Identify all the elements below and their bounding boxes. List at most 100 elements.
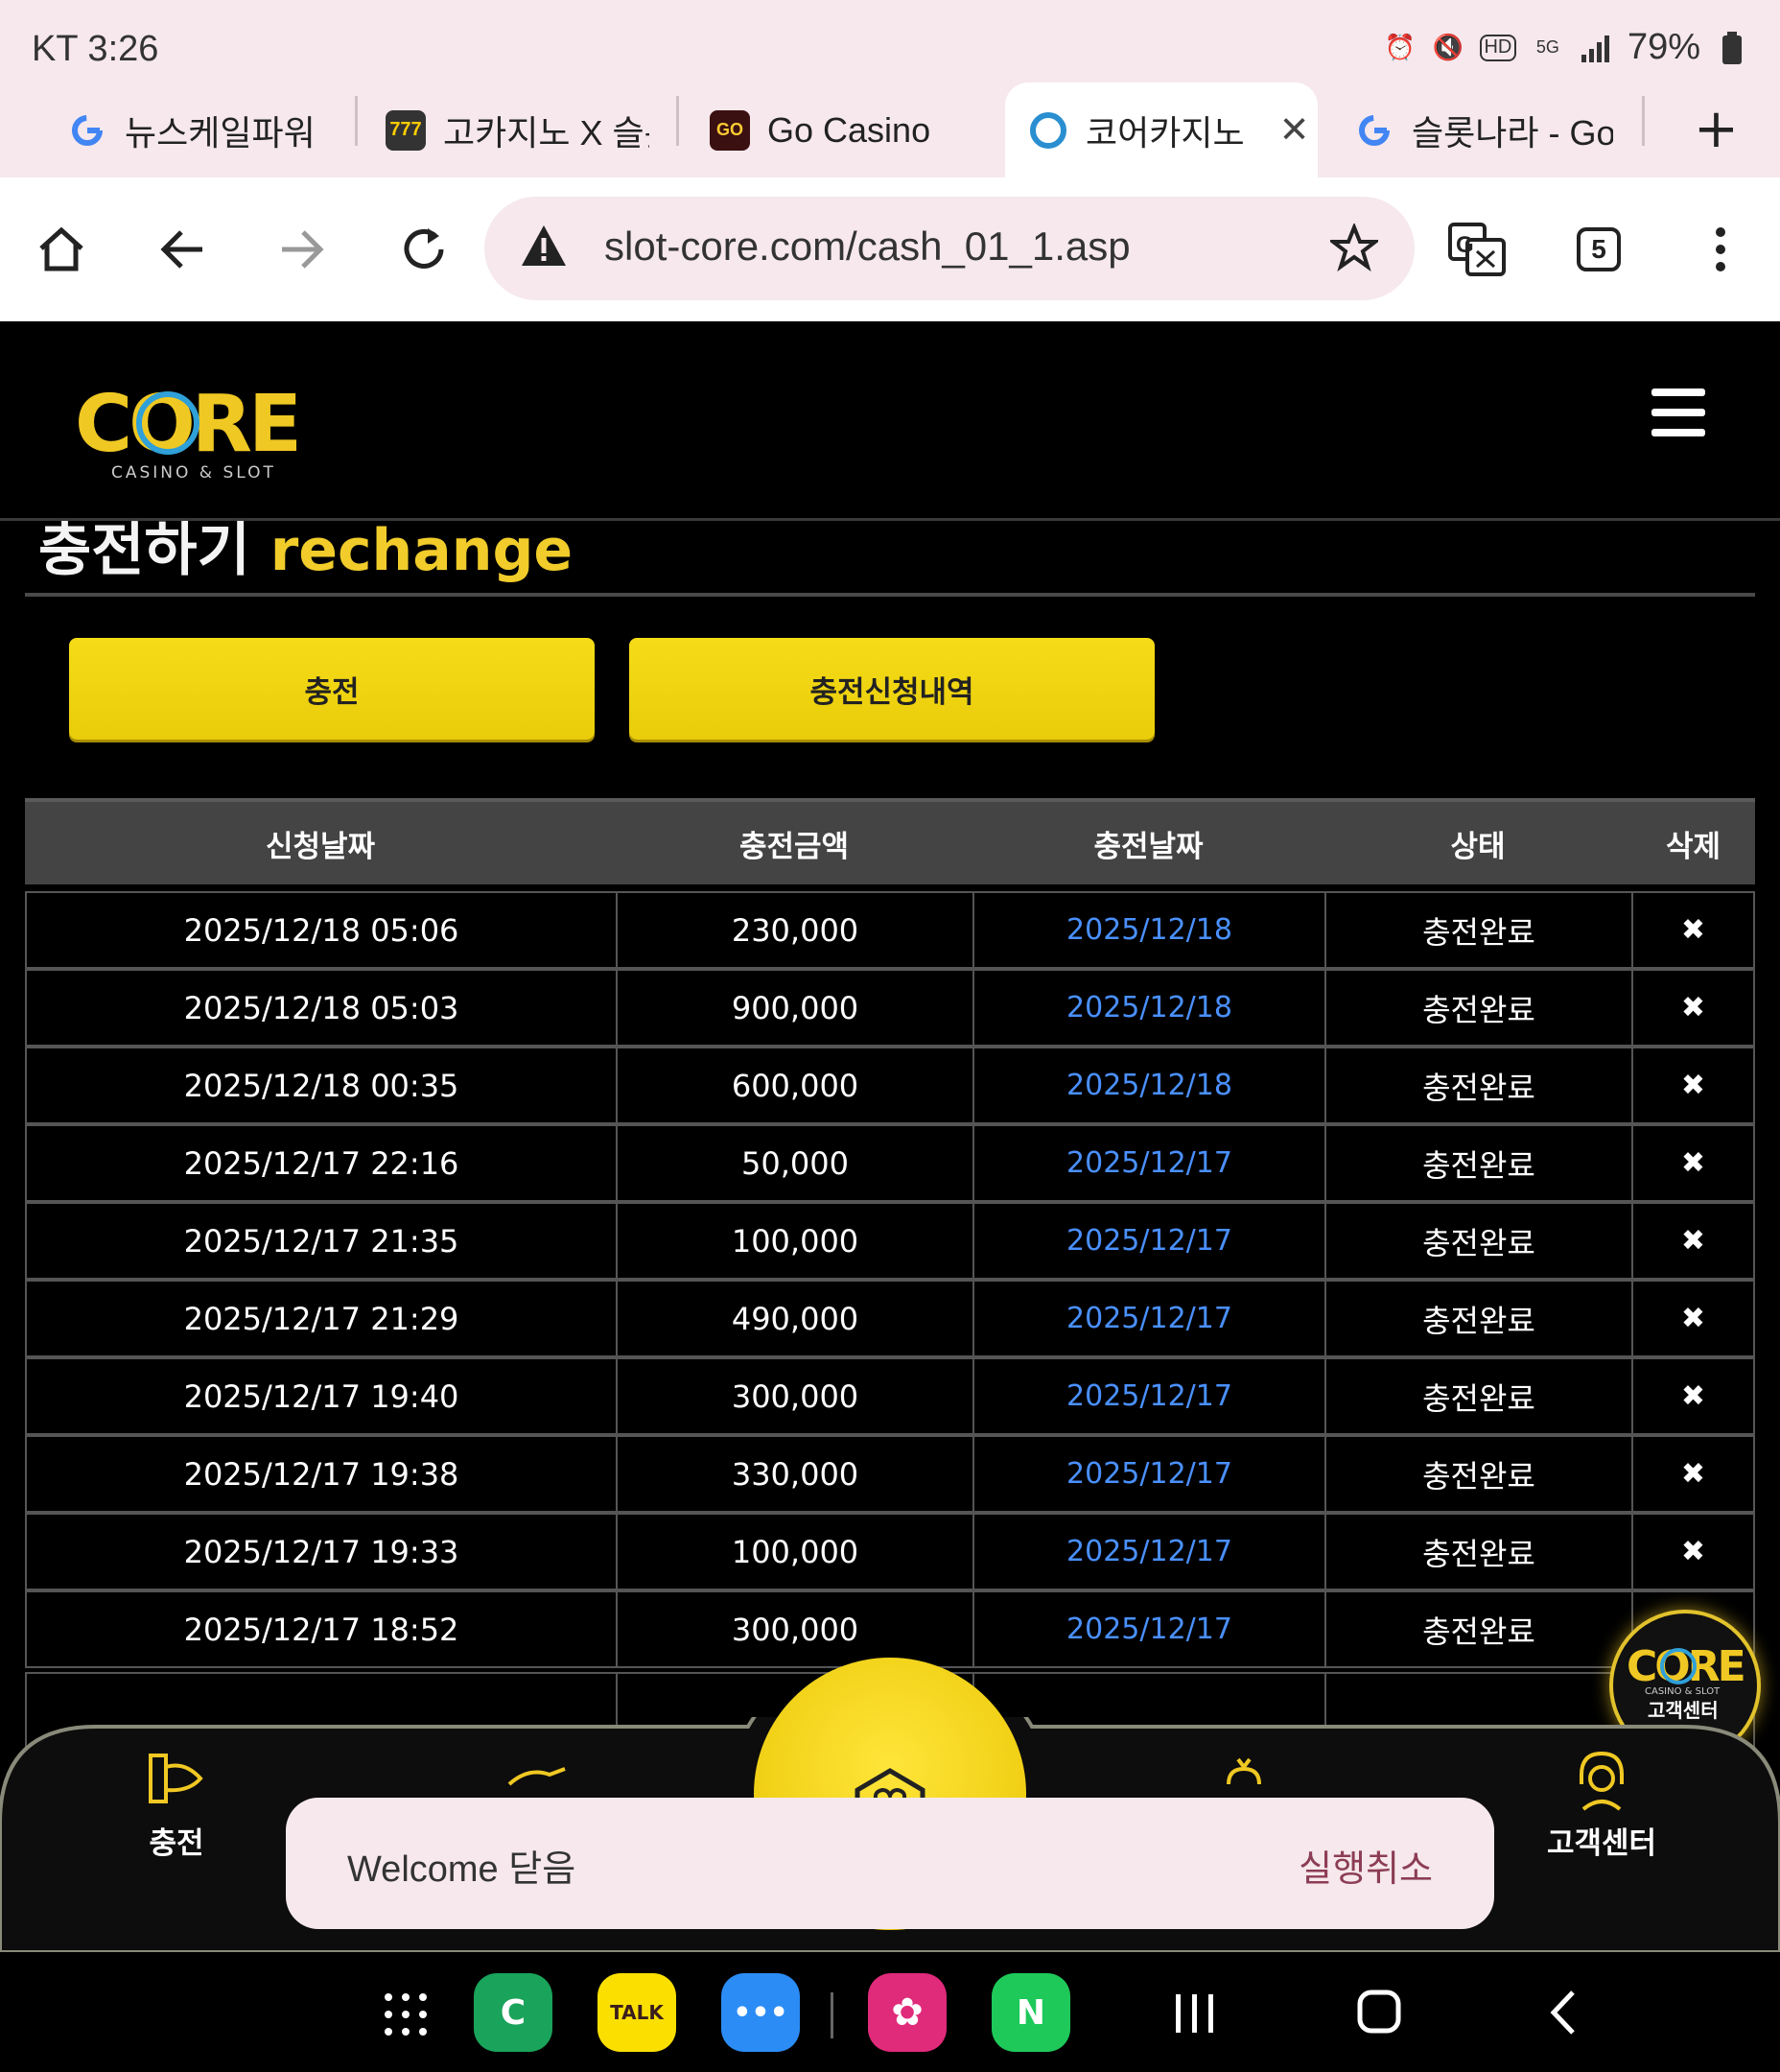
delete-icon[interactable]: ✖: [1631, 1047, 1755, 1124]
cell-charge-date[interactable]: 2025/12/17: [972, 1124, 1324, 1202]
home-nav-icon[interactable]: [1356, 1989, 1402, 2038]
cell-status: 충전완료: [1324, 1590, 1631, 1668]
tab-count: 5: [1577, 227, 1621, 271]
google-icon: [67, 110, 107, 151]
url-text: slot-core.com/cash_01_1.asp: [604, 224, 1131, 269]
title-divider: [25, 593, 1755, 597]
cell-request-date: 2025/12/18 00:35: [25, 1047, 616, 1124]
tab-strip: 뉴스케일파워 주 777 고카지노 X 슬롯 GO Go Casino 코어카지…: [0, 79, 1780, 177]
core-icon: [1028, 110, 1068, 151]
cell-charge-date[interactable]: 2025/12/17: [972, 1202, 1324, 1280]
snackbar: Welcome 닫음 실행취소: [286, 1798, 1494, 1929]
cell-amount: 600,000: [616, 1047, 972, 1124]
cell-amount: 230,000: [616, 891, 972, 969]
close-tab-icon[interactable]: ✕: [1279, 108, 1310, 152]
cell-request-date: 2025/12/18 05:06: [25, 891, 616, 969]
cell-amount: 330,000: [616, 1435, 972, 1513]
google-icon: [1354, 110, 1394, 151]
table-row: 2025/12/17 21:35 100,000 2025/12/17 충전완료 ✖: [25, 1202, 1755, 1280]
system-nav-bar: C TALK ••• ✿ N: [0, 1952, 1780, 2072]
cell-amount: 50,000: [616, 1124, 972, 1202]
cell-amount: 100,000: [616, 1513, 972, 1590]
tab-4-active[interactable]: 코어카지노 ✕: [1005, 82, 1318, 177]
browser-toolbar: slot-core.com/cash_01_1.asp G 5: [0, 177, 1780, 321]
app-drawer-icon[interactable]: [384, 1992, 428, 2040]
delete-icon[interactable]: ✖: [1631, 891, 1755, 969]
cell-charge-date[interactable]: 2025/12/17: [972, 1280, 1324, 1357]
delete-icon[interactable]: ✖: [1631, 969, 1755, 1047]
back-nav-icon[interactable]: [1548, 1989, 1579, 2040]
cell-charge-date[interactable]: 2025/12/17: [972, 1590, 1324, 1668]
cell-amount: 900,000: [616, 969, 972, 1047]
delete-icon[interactable]: ✖: [1631, 1357, 1755, 1435]
forward-icon[interactable]: [271, 219, 333, 280]
more-menu-icon[interactable]: [1690, 219, 1751, 280]
translate-icon[interactable]: G: [1446, 219, 1508, 280]
naver-app-icon[interactable]: N: [992, 1973, 1070, 2052]
charge-button[interactable]: 충전: [69, 638, 595, 740]
delete-icon[interactable]: ✖: [1631, 1124, 1755, 1202]
kakaotalk-app-icon[interactable]: TALK: [597, 1973, 676, 2052]
cell-status: 충전완료: [1324, 1280, 1631, 1357]
cell-request-date: 2025/12/17 21:35: [25, 1202, 616, 1280]
cell-amount: 490,000: [616, 1280, 972, 1357]
cell-status: 충전완료: [1324, 1513, 1631, 1590]
cell-amount: 300,000: [616, 1590, 972, 1668]
tab-2[interactable]: 777 고카지노 X 슬롯: [386, 82, 649, 177]
header-amount: 충전금액: [738, 829, 850, 864]
bookmark-star-icon[interactable]: [1327, 222, 1381, 275]
delete-icon[interactable]: ✖: [1631, 1280, 1755, 1357]
home-icon[interactable]: [31, 219, 92, 280]
messages-app-icon[interactable]: •••: [721, 1973, 800, 2052]
cell-charge-date[interactable]: 2025/12/18: [972, 891, 1324, 969]
snackbar-message: Welcome 닫음: [347, 1849, 576, 1890]
site-logo[interactable]: CORE CASINO & SLOT: [75, 379, 310, 484]
cell-status: 충전완료: [1324, 1202, 1631, 1280]
status-icons: ⏰ 🔇 HD 5G 79%: [1384, 27, 1748, 68]
cell-charge-date[interactable]: 2025/12/17: [972, 1513, 1324, 1590]
tab-3[interactable]: GO Go Casino: [710, 82, 978, 177]
warning-icon[interactable]: [519, 222, 569, 273]
cell-status: 충전완료: [1324, 1124, 1631, 1202]
undo-button[interactable]: 실행취소: [1299, 1839, 1433, 1892]
charge-icon: [143, 1746, 210, 1813]
headset-icon: [1568, 1746, 1635, 1813]
header-charge-date: 충전날짜: [1093, 829, 1204, 864]
charge-history-button[interactable]: 충전신청내역: [629, 638, 1155, 740]
cell-charge-date[interactable]: 2025/12/17: [972, 1357, 1324, 1435]
cell-charge-date[interactable]: 2025/12/18: [972, 1047, 1324, 1124]
flower-app-icon[interactable]: ✿: [868, 1973, 947, 2052]
tab-5[interactable]: 슬롯나라 - Goo: [1354, 82, 1613, 177]
5g-icon: 5G: [1535, 37, 1559, 57]
logo-text: CORE: [75, 379, 298, 470]
table-header: 신청날짜 충전금액 충전날짜 상태 삭제: [25, 798, 1755, 884]
nav-customer-center[interactable]: 고객센터: [1515, 1746, 1688, 1862]
address-bar[interactable]: slot-core.com/cash_01_1.asp: [484, 197, 1415, 300]
new-tab-plus-icon[interactable]: +: [1694, 98, 1739, 160]
hd-icon: HD: [1479, 34, 1516, 61]
battery-icon: [1716, 31, 1748, 64]
delete-icon[interactable]: ✖: [1631, 1513, 1755, 1590]
cell-request-date: 2025/12/17 22:16: [25, 1124, 616, 1202]
table-row: 2025/12/17 18:52 300,000 2025/12/17 충전완료: [25, 1590, 1755, 1668]
cell-status: 충전완료: [1324, 1357, 1631, 1435]
cell-charge-date[interactable]: 2025/12/18: [972, 969, 1324, 1047]
hamburger-menu-icon[interactable]: [1651, 388, 1705, 436]
battery-percent: 79%: [1627, 27, 1700, 67]
cell-status: 충전완료: [1324, 969, 1631, 1047]
table-row: 2025/12/18 05:03 900,000 2025/12/18 충전완료 ✖: [25, 969, 1755, 1047]
cell-amount: 300,000: [616, 1357, 972, 1435]
phone-app-icon[interactable]: C: [474, 1973, 552, 2052]
back-icon[interactable]: [152, 219, 213, 280]
carrier-time: KT 3:26: [32, 29, 159, 69]
delete-icon[interactable]: ✖: [1631, 1202, 1755, 1280]
table-row: 2025/12/17 19:33 100,000 2025/12/17 충전완료 ✖: [25, 1513, 1755, 1590]
cell-charge-date[interactable]: 2025/12/17: [972, 1435, 1324, 1513]
reload-icon[interactable]: [393, 219, 455, 280]
recent-apps-icon[interactable]: [1174, 1990, 1216, 2040]
tab-switcher-button[interactable]: 5: [1568, 219, 1629, 280]
delete-icon[interactable]: ✖: [1631, 1435, 1755, 1513]
tab-1[interactable]: 뉴스케일파워 주: [67, 82, 326, 177]
cell-amount: 100,000: [616, 1202, 972, 1280]
nav-charge[interactable]: 충전: [90, 1746, 263, 1862]
